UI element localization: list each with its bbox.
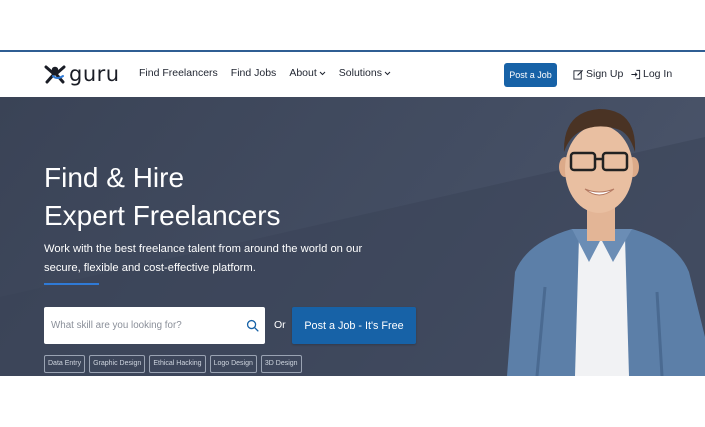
nav-solutions-label: Solutions (338, 67, 382, 79)
nav-about[interactable]: About (289, 67, 326, 79)
hero-title-line-2: Expert Freelancers (44, 200, 281, 231)
brand-name: guru (69, 62, 120, 86)
post-job-free-button[interactable]: Post a Job - It's Free (292, 307, 416, 344)
edit-icon (573, 69, 584, 80)
guru-logo-icon (44, 65, 66, 84)
nav-find-freelancers-label: Find Freelancers (139, 67, 218, 79)
skill-tag-3d-design[interactable]: 3D Design (260, 355, 302, 373)
nav-solutions[interactable]: Solutions (339, 67, 391, 79)
skill-tag-data-entry[interactable]: Data Entry (44, 355, 86, 373)
brand-logo[interactable]: guru (44, 63, 120, 85)
popular-skill-tags: Data Entry Graphic Design Ethical Hackin… (44, 355, 306, 373)
chevron-down-icon (319, 71, 326, 75)
log-in-link[interactable]: Log In (630, 68, 672, 80)
search-icon[interactable] (246, 319, 259, 332)
main-nav: Find Freelancers Find Jobs About Solutio… (139, 67, 404, 79)
hero-section: Find & Hire Expert Freelancers Work with… (0, 97, 705, 376)
hero-subtitle: Work with the best freelance talent from… (44, 243, 363, 274)
hero-title-line-1: Find & Hire (44, 162, 185, 193)
skill-tag-ethical-hacking[interactable]: Ethical Hacking (149, 355, 206, 373)
post-job-button[interactable]: Post a Job (504, 63, 557, 87)
hero-title: Find & Hire Expert Freelancers (44, 159, 281, 235)
skill-tag-graphic-design[interactable]: Graphic Design (89, 355, 146, 373)
log-in-label: Log In (643, 68, 673, 80)
or-label: Or (274, 319, 286, 331)
navbar: guru Find Freelancers Find Jobs About So… (0, 52, 705, 98)
sign-up-label: Sign Up (586, 68, 624, 80)
nav-find-jobs[interactable]: Find Jobs (231, 67, 277, 79)
skill-tag-logo-design[interactable]: Logo Design (209, 355, 257, 373)
sign-up-link[interactable]: Sign Up (573, 68, 623, 80)
hero-divider (44, 283, 99, 285)
nav-find-jobs-label: Find Jobs (230, 67, 277, 79)
skill-search (44, 307, 265, 344)
nav-find-freelancers[interactable]: Find Freelancers (139, 67, 218, 79)
hero-person-image (507, 109, 705, 376)
chevron-down-icon (384, 71, 391, 75)
login-icon (631, 69, 641, 79)
skill-search-input[interactable] (44, 307, 234, 344)
nav-about-label: About (289, 67, 317, 79)
